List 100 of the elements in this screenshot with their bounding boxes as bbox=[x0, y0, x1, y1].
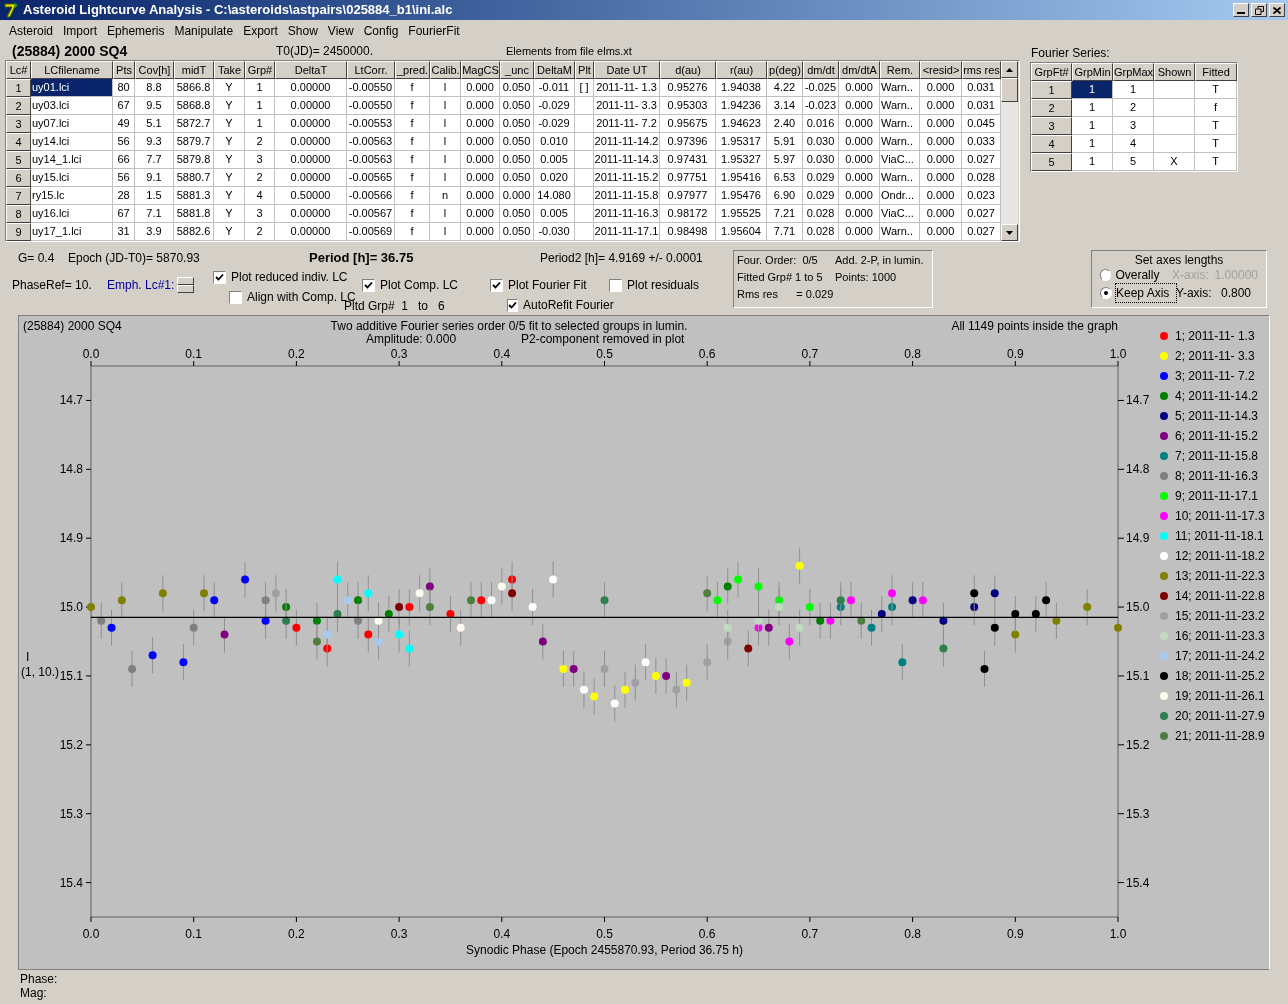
lc-cell: f bbox=[395, 169, 430, 187]
tick-label: 14.9 bbox=[59, 531, 83, 546]
lc-cell: -0.00565 bbox=[347, 169, 395, 187]
menu-item[interactable]: Config bbox=[358, 22, 404, 40]
row-header[interactable]: 7 bbox=[6, 187, 31, 205]
fit-summary-text: Rms res = 0.029 bbox=[737, 287, 835, 302]
row-header[interactable]: 5 bbox=[6, 151, 31, 169]
menu-item[interactable]: Import bbox=[58, 22, 103, 40]
lc-cell: 5872.7 bbox=[174, 115, 214, 133]
emph-label: Emph. Lc#1: bbox=[107, 277, 175, 294]
lc-cell: 9.5 bbox=[135, 97, 174, 115]
row-header[interactable]: 6 bbox=[6, 169, 31, 187]
column-header[interactable]: <resid> bbox=[920, 61, 962, 79]
row-header[interactable]: 3 bbox=[6, 115, 31, 133]
column-header[interactable]: midT bbox=[174, 61, 214, 79]
row-header[interactable]: 9 bbox=[6, 223, 31, 241]
menu-item[interactable]: Show bbox=[282, 22, 323, 40]
tick-label: 15.0 bbox=[1126, 600, 1149, 615]
lc-cell: 0.000 bbox=[920, 115, 962, 133]
lc-cell: 5882.6 bbox=[174, 223, 214, 241]
legend-label: 18; 2011-11-25.2 bbox=[1175, 668, 1265, 685]
lc-cell: 0.050 bbox=[500, 115, 534, 133]
column-header[interactable]: d(au) bbox=[660, 61, 716, 79]
menu-item[interactable]: View bbox=[322, 22, 359, 40]
legend-label: 9; 2011-11-17.1 bbox=[1175, 488, 1258, 505]
column-header[interactable]: Lc# bbox=[6, 61, 31, 79]
fourier-cell: 1 bbox=[1072, 135, 1113, 153]
legend-label: 4; 2011-11-14.2 bbox=[1175, 388, 1258, 405]
column-header[interactable]: dm/dtA bbox=[839, 61, 880, 79]
column-header[interactable]: Rem. bbox=[880, 61, 920, 79]
lc-cell: 0.005 bbox=[534, 151, 575, 169]
legend-label: 16; 2011-11-23.3 bbox=[1175, 628, 1265, 645]
lc-cell: 2011-11-15.8 bbox=[594, 187, 660, 205]
row-header[interactable]: 4 bbox=[1031, 135, 1072, 153]
column-header[interactable]: DeltaT bbox=[275, 61, 347, 79]
row-header[interactable]: 1 bbox=[6, 79, 31, 97]
tick-label: 0.6 bbox=[698, 927, 716, 941]
column-header[interactable]: GrpMax bbox=[1113, 63, 1154, 81]
checkbox-label: Plot Fourier Fit bbox=[508, 277, 587, 294]
menu-item[interactable]: Manipulate bbox=[169, 22, 239, 40]
column-header[interactable]: LCfilename bbox=[31, 61, 113, 79]
lc-cell: 0.027 bbox=[962, 205, 1001, 223]
column-header[interactable]: Shown bbox=[1154, 63, 1195, 81]
lc-cell: 2 bbox=[245, 133, 275, 151]
column-header[interactable]: MagCS bbox=[461, 61, 500, 79]
menu-item[interactable]: Ephemeris bbox=[102, 22, 170, 40]
tick-label: 0.6 bbox=[698, 347, 716, 361]
lc-cell: 0.000 bbox=[839, 97, 880, 115]
menu-item[interactable]: FourierFit bbox=[403, 22, 465, 40]
tick-label: 0.1 bbox=[185, 347, 203, 361]
row-header[interactable]: 4 bbox=[6, 133, 31, 151]
column-header[interactable]: p(deg) bbox=[767, 61, 803, 79]
column-header[interactable]: Pts bbox=[113, 61, 135, 79]
lc-cell: 0.00000 bbox=[275, 97, 347, 115]
column-header[interactable]: Grp# bbox=[245, 61, 275, 79]
column-header[interactable]: rms res bbox=[962, 61, 1001, 79]
lc-cell: 0.000 bbox=[920, 205, 962, 223]
lc-cell: -0.011 bbox=[534, 79, 575, 97]
column-header[interactable]: Calib. bbox=[430, 61, 461, 79]
fourier-cell: T bbox=[1195, 117, 1237, 135]
column-header[interactable]: LtCorr. bbox=[347, 61, 395, 79]
column-header[interactable]: Fitted bbox=[1195, 63, 1237, 81]
column-header[interactable]: _unc bbox=[500, 61, 534, 79]
column-header[interactable]: Plt bbox=[575, 61, 594, 79]
menu-item[interactable]: Asteroid bbox=[4, 22, 59, 40]
lc-cell: uy15.lci bbox=[31, 169, 113, 187]
column-header[interactable]: _pred. bbox=[395, 61, 430, 79]
lc-cell: 28 bbox=[113, 187, 135, 205]
lc-cell: ViaC... bbox=[880, 205, 920, 223]
column-header[interactable]: Take bbox=[214, 61, 245, 79]
row-header[interactable]: 3 bbox=[1031, 117, 1072, 135]
row-header[interactable]: 2 bbox=[6, 97, 31, 115]
legend-label: 21; 2011-11-28.9 bbox=[1175, 728, 1265, 745]
tick-label: 14.7 bbox=[59, 393, 83, 408]
lc-cell: 0.020 bbox=[534, 169, 575, 187]
column-header[interactable]: GrpFt# bbox=[1031, 63, 1072, 81]
menu-item[interactable]: Export bbox=[238, 22, 283, 40]
lc-cell: 0.000 bbox=[920, 133, 962, 151]
row-header[interactable]: 5 bbox=[1031, 153, 1072, 171]
lc-cell: uy14_1.lci bbox=[31, 151, 113, 169]
lc-cell: -0.00553 bbox=[347, 115, 395, 133]
t0-label: T0(JD)= 2450000. bbox=[276, 43, 375, 60]
column-header[interactable]: Date UT bbox=[594, 61, 660, 79]
lc-cell: 0.000 bbox=[461, 151, 500, 169]
row-header[interactable]: 8 bbox=[6, 205, 31, 223]
lc-cell: Y bbox=[214, 133, 245, 151]
column-header[interactable]: DeltaM bbox=[534, 61, 575, 79]
row-header[interactable]: 1 bbox=[1031, 81, 1072, 99]
column-header[interactable]: GrpMin bbox=[1072, 63, 1113, 81]
row-header[interactable]: 2 bbox=[1031, 99, 1072, 117]
column-header[interactable]: r(au) bbox=[716, 61, 767, 79]
lc-cell: 5868.8 bbox=[174, 97, 214, 115]
column-header[interactable]: Cov[h] bbox=[135, 61, 174, 79]
lc-cell: Warn.. bbox=[880, 97, 920, 115]
lc-cell: 0.028 bbox=[962, 169, 1001, 187]
checkbox-label: AutoRefit Fourier bbox=[523, 297, 614, 314]
phase-ref: PhaseRef= 10. bbox=[12, 277, 93, 294]
column-header[interactable]: dm/dt bbox=[803, 61, 839, 79]
lc-cell: uy17_1.lci bbox=[31, 223, 113, 241]
lc-cell: 2011-11-16.3 bbox=[594, 205, 660, 223]
